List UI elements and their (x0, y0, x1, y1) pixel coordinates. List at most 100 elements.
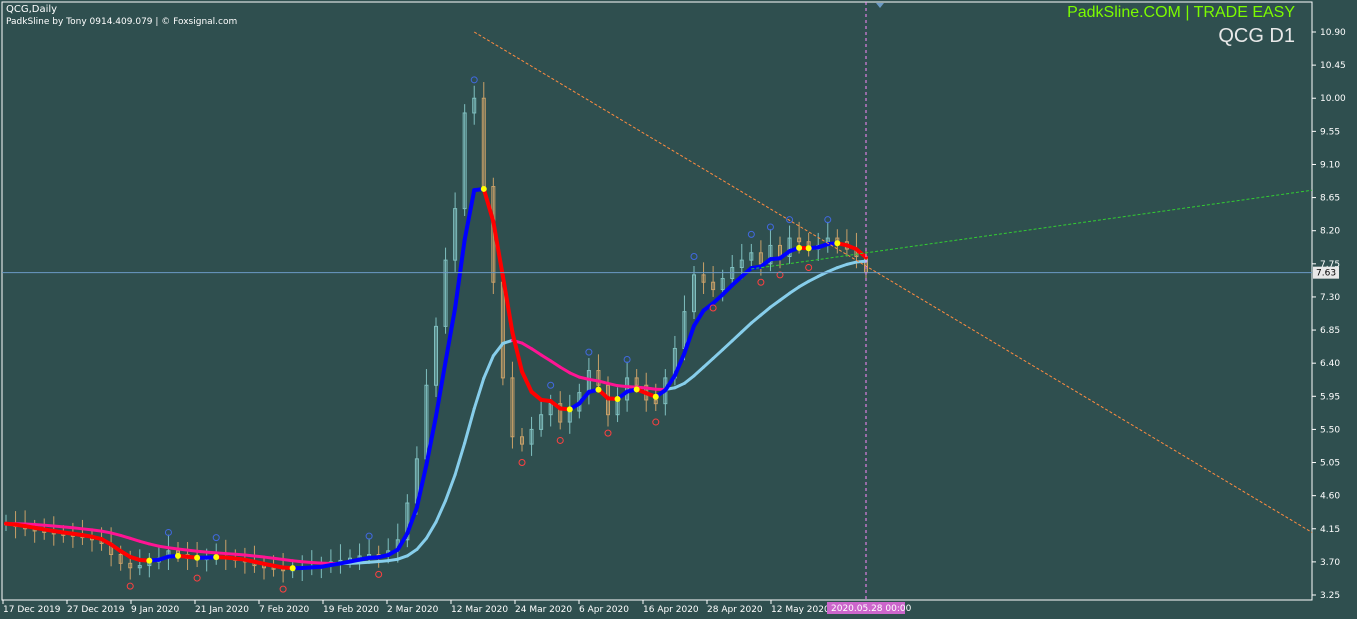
y-tick-label: 5.50 (1320, 425, 1340, 435)
signal-marker (289, 565, 296, 572)
slow-trend-segment (558, 365, 572, 375)
swing-low-marker (279, 585, 287, 593)
slow-trend-segment (482, 354, 495, 380)
slow-trend-segment (453, 441, 467, 477)
support-trendline (751, 189, 1313, 270)
slow-trend-segment (128, 536, 142, 543)
slow-trend-segment (788, 285, 801, 295)
x-tick-label: 16 Apr 2020 (643, 605, 699, 615)
x-tick-label: 7 Feb 2020 (259, 605, 310, 615)
swing-high-marker (212, 534, 220, 542)
y-tick-label: 4.60 (1320, 492, 1340, 502)
signal-marker (194, 554, 201, 561)
indicator-credit: PadkSline by Tony 0914.409.079 | © Foxsi… (6, 17, 238, 27)
slow-trend-segment (444, 473, 457, 503)
current-price-label: 7.63 (1316, 269, 1336, 279)
slow-trend-segment (434, 499, 448, 524)
swing-low-marker (556, 436, 564, 444)
swing-low-marker (375, 570, 383, 578)
slow-trend-segment (702, 356, 715, 369)
swing-high-marker (585, 348, 593, 356)
x-tick-label: 27 Dec 2019 (67, 605, 125, 615)
signal-marker (805, 245, 812, 252)
slow-trend-segment (472, 376, 486, 411)
slow-trend-segment (405, 547, 419, 558)
slow-trend-segment (740, 321, 753, 334)
signal-marker (834, 240, 841, 247)
x-tick-label: 12 Mar 2020 (451, 605, 508, 615)
signal-marker (213, 554, 220, 561)
fast-trend-segment (520, 369, 534, 394)
x-tick-label: 24 Mar 2020 (515, 605, 572, 615)
y-tick-label: 7.30 (1320, 293, 1340, 303)
y-tick-label: 4.15 (1320, 525, 1340, 535)
slow-trend-segment (549, 359, 562, 369)
shift-marker-icon (876, 3, 884, 8)
y-tick-label: 6.85 (1320, 326, 1340, 336)
symbol-timeframe: QCG,Daily (6, 4, 58, 15)
slow-trend-segment (759, 305, 772, 317)
x-tick-label: 9 Jan 2020 (131, 605, 179, 615)
x-tick-label: 12 May 2020 (771, 605, 830, 615)
slow-trend-segment (568, 371, 581, 379)
signal-marker (796, 244, 803, 251)
swing-low-marker (805, 264, 813, 272)
x-tick-label: 19 Feb 2020 (323, 605, 379, 615)
cursor-date-label: 2020.05.28 00:00 (831, 604, 912, 614)
slow-trend-segment (673, 381, 686, 390)
y-tick-label: 9.10 (1320, 160, 1340, 170)
chart-canvas[interactable]: 10.9010.4510.009.559.108.658.207.757.306… (0, 0, 1357, 619)
price-chart[interactable]: 10.90 10.45 10.00 9.55 9.10 8.65 8.20 7.75 7.30 6… (0, 0, 1357, 619)
y-tick-label: 3.25 (1320, 591, 1340, 601)
brand-text: PadkSline.COM | TRADE EASY (1067, 4, 1295, 21)
slow-trend-segment (520, 341, 534, 351)
swing-high-marker (824, 216, 832, 224)
slow-trend-segment (768, 298, 782, 309)
slow-trend-segment (826, 266, 839, 274)
slow-trend-segment (721, 339, 734, 352)
signal-marker (146, 557, 153, 564)
swing-low-marker (126, 582, 134, 590)
signal-marker (566, 406, 573, 413)
y-tick-label: 5.95 (1320, 392, 1340, 402)
swing-high-marker (164, 528, 172, 536)
swing-low-marker (604, 429, 612, 437)
swing-low-marker (757, 278, 765, 286)
slow-trend-segment (539, 353, 553, 363)
symbol-label: QCG D1 (1218, 25, 1295, 47)
y-tick-label: 5.05 (1320, 459, 1340, 469)
slow-trend-segment (711, 348, 725, 360)
resistance-trendline (473, 31, 1313, 533)
fast-trend-segment (692, 308, 706, 328)
signal-marker (175, 552, 181, 559)
slow-trend-segment (749, 313, 763, 325)
swing-high-marker (470, 76, 478, 84)
signal-marker (652, 393, 659, 400)
y-tick-label: 10.00 (1320, 94, 1346, 104)
y-tick-label: 10.90 (1320, 28, 1346, 38)
fast-trend-segment (510, 330, 524, 374)
y-tick-label: 3.70 (1320, 558, 1340, 568)
x-tick-label: 6 Apr 2020 (579, 605, 629, 615)
swing-low-marker (518, 459, 526, 467)
swing-high-marker (747, 230, 755, 238)
y-tick-label: 8.65 (1320, 194, 1340, 204)
swing-low-marker (709, 304, 717, 312)
x-tick-label: 21 Jan 2020 (195, 605, 249, 615)
x-tick-label: 28 Apr 2020 (707, 605, 763, 615)
slow-trend-segment (692, 365, 706, 378)
signal-marker (633, 386, 640, 393)
x-tick-label: 17 Dec 2019 (3, 605, 61, 615)
signal-marker (480, 185, 487, 192)
slow-trend-segment (807, 274, 820, 283)
slow-trend-segment (463, 407, 476, 445)
slow-trend-segment (396, 554, 409, 561)
swing-low-marker (193, 574, 201, 582)
swing-high-marker (547, 381, 555, 389)
y-tick-label: 9.55 (1320, 127, 1340, 137)
slow-trend-segment (730, 330, 744, 343)
signal-marker (595, 386, 602, 393)
signal-marker (614, 395, 621, 402)
y-tick-label: 10.45 (1320, 61, 1346, 71)
swing-high-marker (766, 223, 774, 231)
